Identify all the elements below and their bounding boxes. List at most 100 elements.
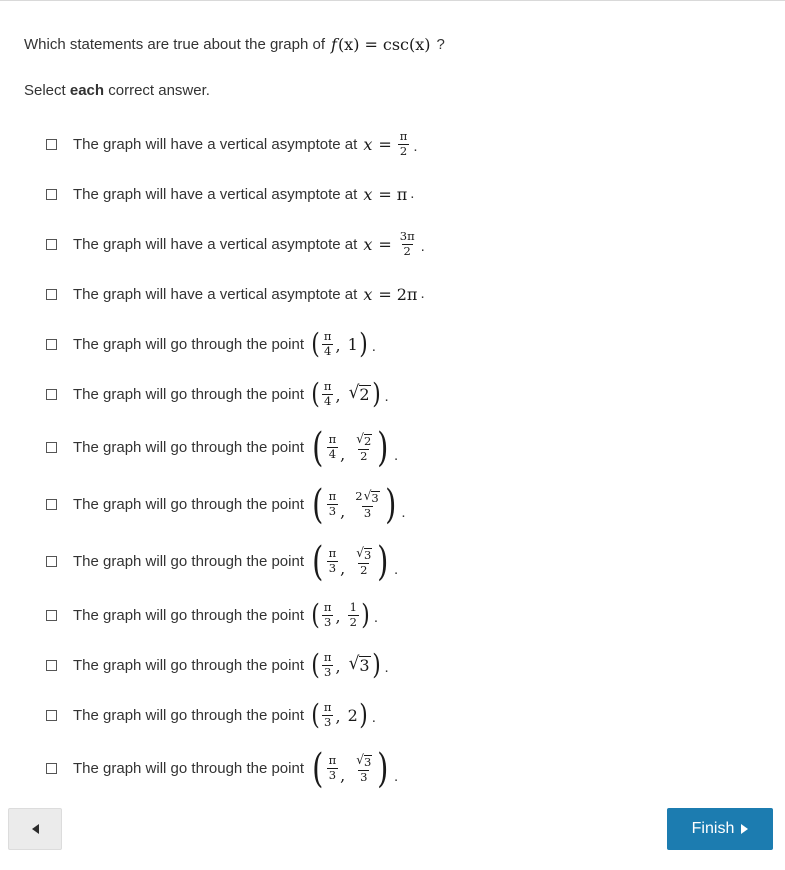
math-value: π: [396, 184, 408, 204]
option-period: .: [384, 388, 389, 406]
numerator-coefficient: 2: [355, 488, 363, 503]
option-lead-text: The graph will go through the point: [73, 553, 304, 570]
radicand: 3: [359, 656, 371, 676]
question-formula: f (x) = csc (x): [331, 35, 431, 55]
point-x-fraction: π 3: [326, 489, 339, 517]
option-row[interactable]: The graph will go through the point ( π …: [24, 590, 761, 640]
option-row[interactable]: The graph will go through the point ( π …: [24, 640, 761, 690]
option-math-point: ( π 4 , √ 2 ): [310, 377, 382, 411]
fraction-numerator: π: [399, 128, 408, 143]
option-row[interactable]: The graph will go through the point ( π …: [24, 740, 761, 797]
radical-sign-icon: √: [363, 488, 372, 503]
fraction-numerator: 1: [349, 599, 357, 614]
option-row[interactable]: The graph will have a vertical asymptote…: [24, 219, 761, 269]
option-label: The graph will go through the point ( π …: [73, 327, 376, 361]
option-lead-text: The graph will go through the point: [73, 606, 304, 624]
option-math-point: ( π 3 , √ 3 2): [310, 538, 391, 585]
option-checkbox[interactable]: [46, 659, 57, 671]
math-operator: =: [378, 134, 392, 154]
option-checkbox[interactable]: [46, 238, 57, 250]
point-comma: ,: [335, 707, 341, 727]
point-x-fraction: π 3: [322, 599, 334, 628]
option-row[interactable]: The graph will go through the point ( π …: [24, 319, 761, 369]
option-checkbox[interactable]: [46, 388, 57, 400]
radical-sign-icon: √: [356, 752, 365, 767]
point-comma: ,: [335, 386, 341, 406]
option-label: The graph will go through the point ( π …: [73, 485, 405, 525]
fraction-numerator: √ 2: [353, 431, 374, 449]
fraction-denominator: 3: [326, 561, 339, 575]
fraction-numerator: π: [323, 699, 332, 714]
formula-f: f: [331, 35, 337, 54]
option-row[interactable]: The graph will go through the point ( π …: [24, 476, 761, 533]
option-row[interactable]: The graph will have a vertical asymptote…: [24, 169, 761, 219]
question-prefix-text: Which statements are true about the grap…: [24, 36, 326, 53]
option-math: x = 2π: [363, 285, 417, 304]
paren-close: ): [361, 598, 370, 632]
fraction-denominator: 4: [326, 447, 339, 461]
point-y-value: 1: [347, 334, 358, 354]
paren-open: (: [311, 327, 320, 361]
option-row[interactable]: The graph will have a vertical asymptote…: [24, 119, 761, 169]
option-label: The graph will go through the point ( π …: [73, 745, 399, 792]
fraction-denominator: 2: [401, 243, 413, 258]
option-math-point: ( π 3 , 2 √ 3 3): [310, 485, 398, 525]
option-period: .: [384, 659, 389, 677]
option-period: .: [420, 238, 425, 256]
instruction-after: correct answer.: [104, 82, 210, 99]
option-row[interactable]: The graph will go through the point ( π …: [24, 419, 761, 476]
fraction-numerator: π: [328, 546, 337, 561]
back-button[interactable]: [8, 808, 62, 850]
paren-open: (: [312, 745, 324, 792]
fraction-numerator: 3π: [399, 228, 415, 243]
option-period: .: [410, 185, 415, 202]
option-checkbox[interactable]: [46, 338, 57, 350]
point-comma: ,: [335, 657, 341, 677]
option-math: x = π: [363, 185, 407, 204]
option-lead-text: The graph will go through the point: [73, 439, 304, 456]
fraction-denominator: 2: [347, 614, 359, 629]
option-period: .: [413, 138, 418, 156]
fraction-numerator: 2 √ 3: [353, 488, 381, 506]
option-checkbox[interactable]: [46, 499, 57, 510]
option-period: .: [393, 560, 399, 578]
paren-close: ): [371, 377, 381, 411]
paren-close: ): [377, 538, 389, 585]
option-period: .: [393, 767, 399, 785]
fraction-denominator: 4: [322, 393, 334, 408]
option-row[interactable]: The graph will have a vertical asymptote…: [24, 269, 761, 319]
option-math: x = π 2: [363, 128, 410, 158]
option-row[interactable]: The graph will go through the point ( π …: [24, 533, 761, 590]
option-checkbox[interactable]: [46, 138, 57, 150]
option-lead-text: The graph will go through the point: [73, 496, 304, 513]
option-checkbox[interactable]: [46, 556, 57, 567]
option-label: The graph will go through the point ( π …: [73, 651, 389, 679]
point-y-fraction: √ 3 3: [353, 752, 374, 784]
option-row[interactable]: The graph will go through the point ( π …: [24, 690, 761, 740]
option-checkbox[interactable]: [46, 609, 57, 621]
fraction-denominator: 2: [358, 562, 370, 577]
radical-sign-icon: √: [356, 431, 365, 446]
instruction-emphasis: each: [69, 82, 105, 99]
finish-button[interactable]: Finish: [667, 808, 773, 850]
option-period: .: [373, 609, 379, 627]
numerator-sqrt: √ 2: [355, 431, 373, 448]
option-checkbox[interactable]: [46, 763, 57, 774]
option-checkbox[interactable]: [46, 709, 57, 721]
option-math-point: ( π 3 , 2 ): [310, 699, 369, 729]
radicand: 3: [371, 490, 380, 505]
options-list: The graph will have a vertical asymptote…: [24, 119, 761, 797]
numerator-sqrt: √ 3: [355, 546, 373, 562]
option-checkbox[interactable]: [46, 442, 57, 453]
option-row[interactable]: The graph will go through the point ( π …: [24, 369, 761, 419]
instruction-before: Select: [24, 82, 70, 99]
option-checkbox[interactable]: [46, 288, 57, 300]
point-x-fraction: π 4: [322, 380, 334, 408]
fraction-denominator: 2: [397, 143, 410, 158]
fraction-numerator: π: [328, 753, 337, 768]
option-checkbox[interactable]: [46, 188, 57, 200]
fraction-numerator: π: [323, 599, 332, 614]
math-var: x: [363, 284, 373, 304]
paren-close: ): [377, 745, 389, 792]
fraction-numerator: π: [328, 489, 337, 504]
